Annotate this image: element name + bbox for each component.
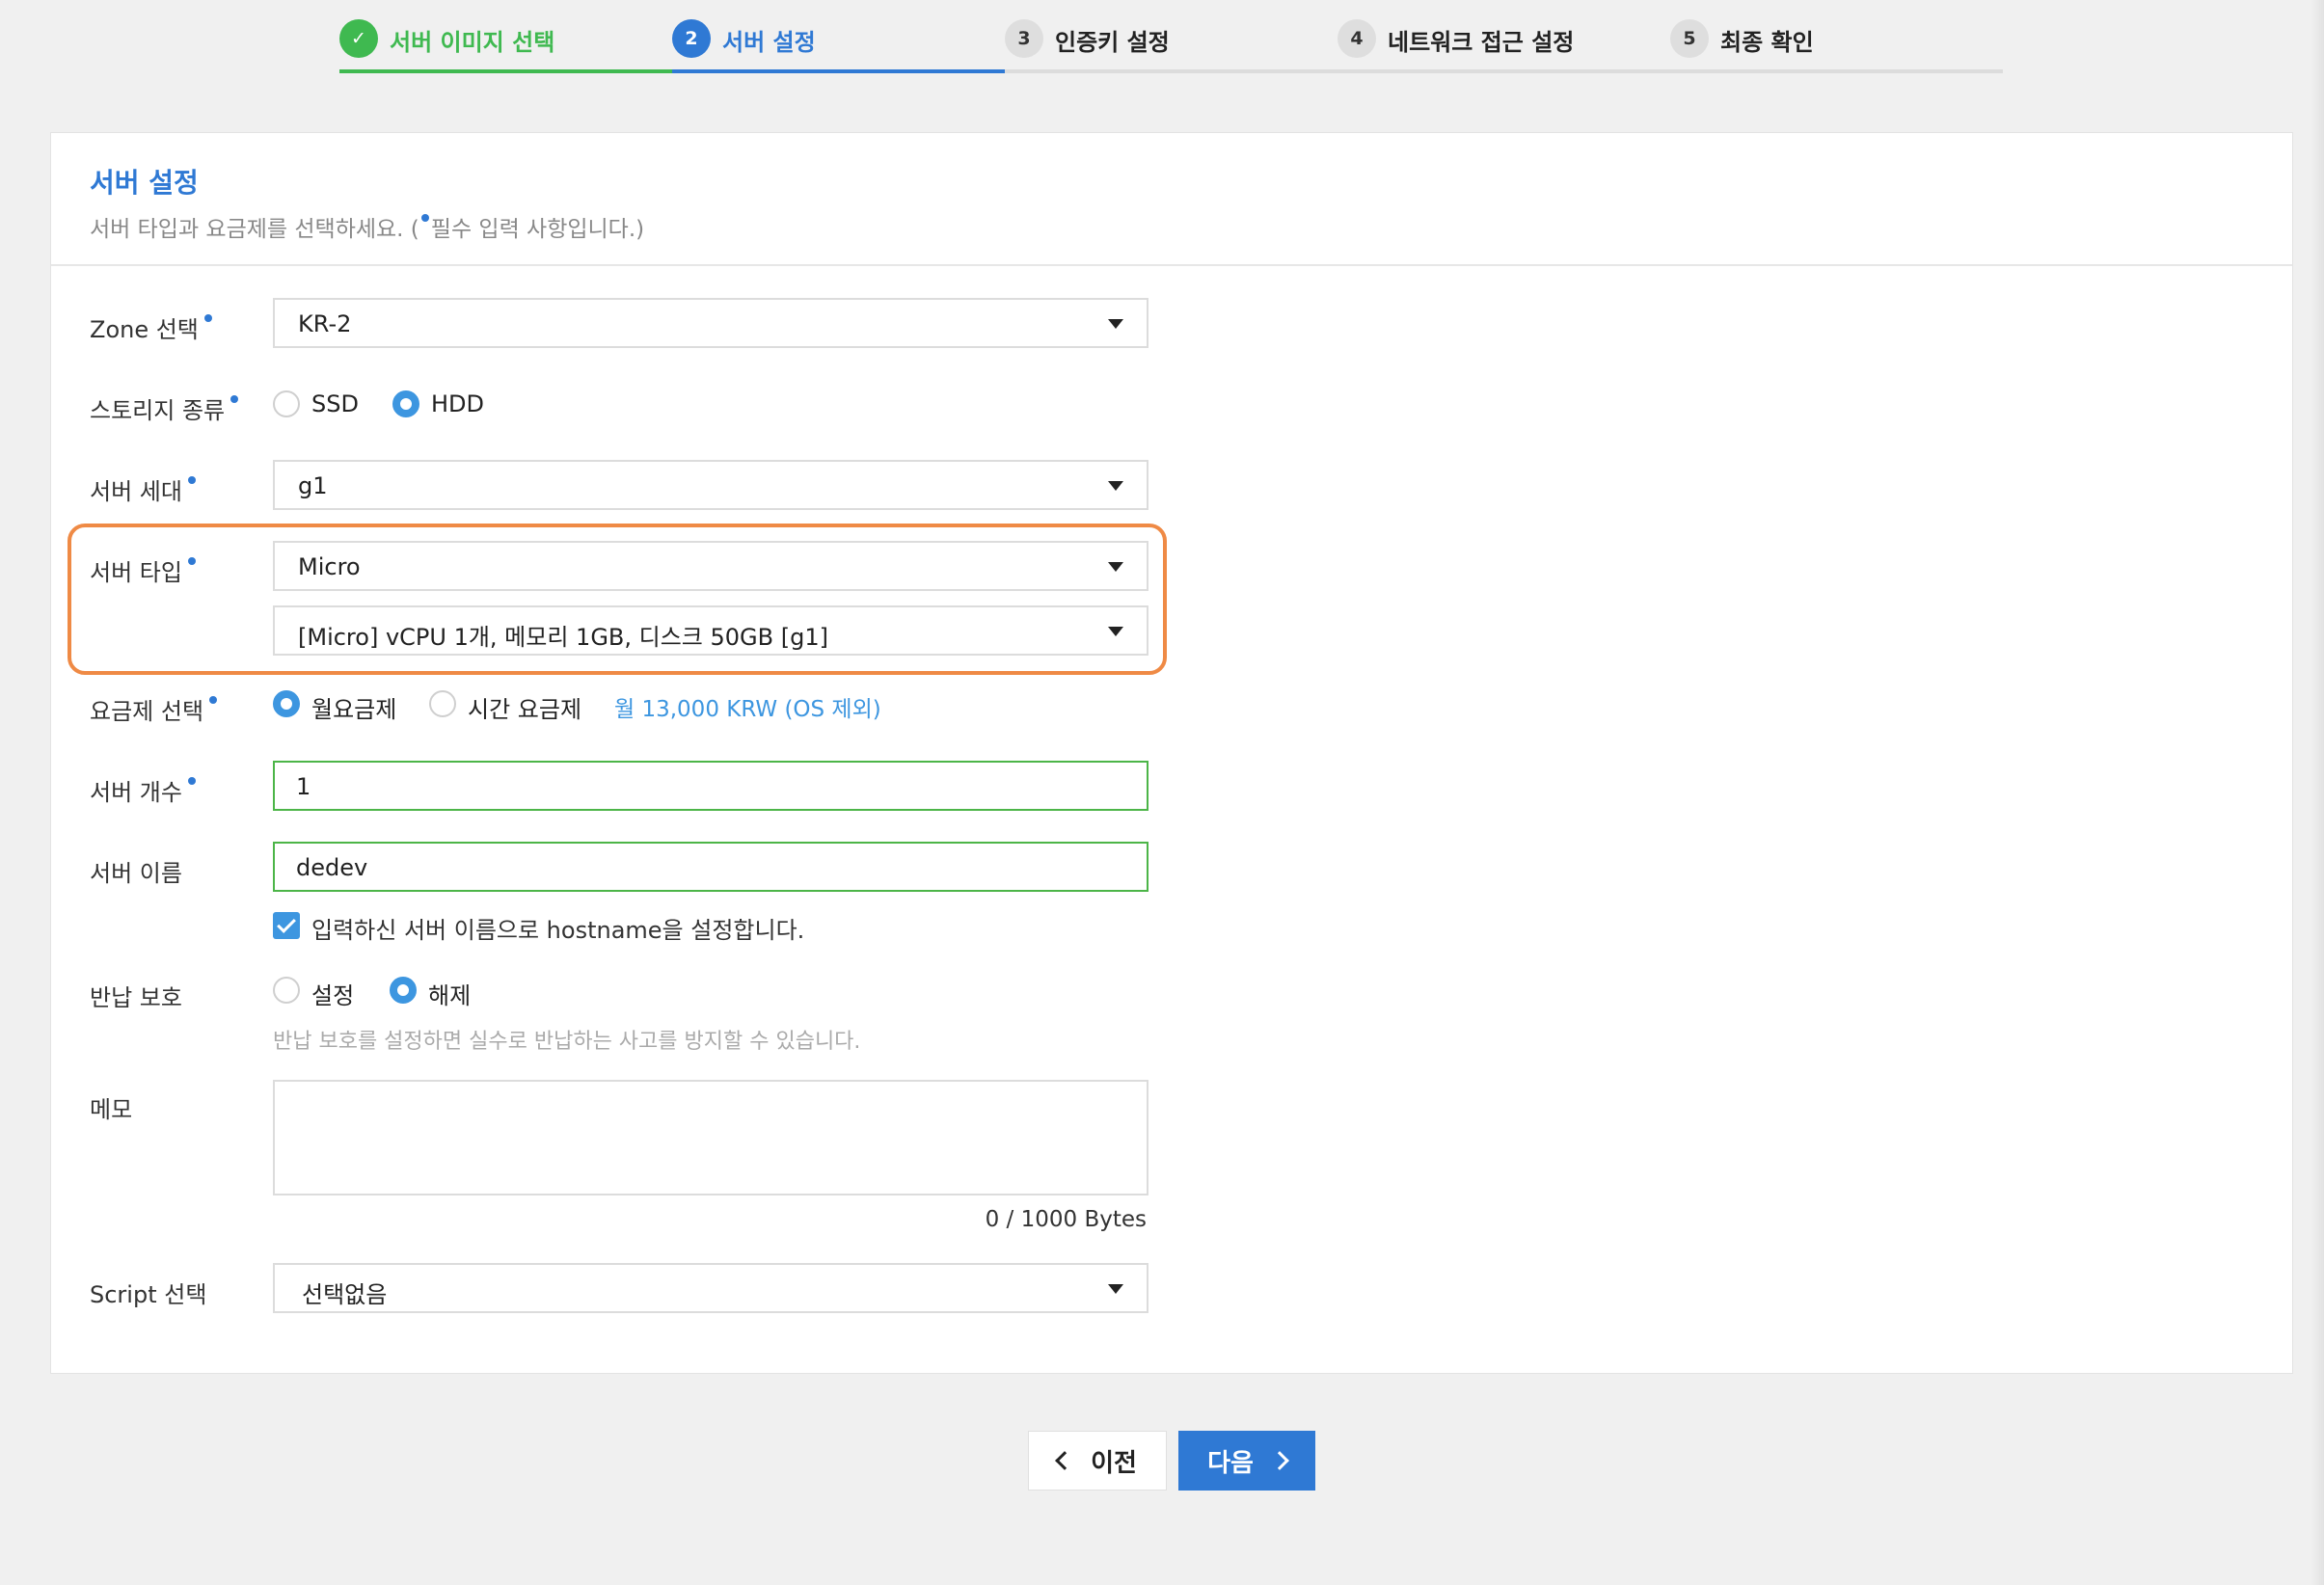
step-label: 인증키 설정: [1055, 29, 1170, 56]
step-auth-key[interactable]: 3 인증키 설정: [1005, 0, 1338, 75]
script-select[interactable]: 선택없음: [273, 1263, 1148, 1313]
zone-label: Zone 선택: [90, 310, 214, 344]
required-dot-icon: [187, 777, 196, 785]
page-subtitle: 서버 타입과 요금제를 선택하세요. (필수 입력 사항입니다.): [90, 210, 644, 243]
step-number: 5: [1670, 19, 1709, 58]
prev-button[interactable]: 이전: [1028, 1431, 1167, 1491]
required-dot-icon: [187, 557, 196, 565]
memo-textarea[interactable]: [273, 1080, 1148, 1195]
step-final-confirm[interactable]: 5 최종 확인: [1670, 0, 2003, 75]
protection-label: 반납 보호: [90, 984, 182, 1011]
memo-byte-counter: 0 / 1000 Bytes: [985, 1207, 1147, 1232]
step-server-image[interactable]: ✓ 서버 이미지 선택: [339, 0, 672, 75]
zone-select[interactable]: KR-2: [273, 298, 1148, 348]
scrollbar-track: [2310, 0, 2324, 1585]
caret-down-icon: [1108, 481, 1123, 491]
step-server-settings[interactable]: 2 서버 설정: [672, 0, 1005, 75]
step-progress-bar: [1670, 69, 2003, 73]
hostname-checkbox[interactable]: [273, 912, 300, 939]
memo-label: 메모: [90, 1096, 133, 1123]
plan-price: 월 13,000 KRW (OS 제외): [614, 697, 881, 722]
caret-down-icon: [1108, 1284, 1123, 1294]
required-dot-icon: [230, 395, 239, 403]
step-label: 서버 설정: [722, 29, 816, 56]
step-label: 서버 이미지 선택: [390, 29, 555, 56]
generation-label: 서버 세대: [90, 472, 198, 506]
server-settings-card: 서버 설정 서버 타입과 요금제를 선택하세요. (필수 입력 사항입니다.) …: [50, 132, 2293, 1374]
storage-label: 스토리지 종류: [90, 391, 240, 425]
server-count-input[interactable]: 1: [273, 761, 1148, 811]
server-spec-select[interactable]: [Micro] vCPU 1개, 메모리 1GB, 디스크 50GB [g1]: [273, 605, 1148, 656]
generation-select[interactable]: g1: [273, 460, 1148, 510]
caret-down-icon: [1108, 627, 1123, 636]
required-dot-icon: [187, 476, 196, 484]
step-number: 4: [1338, 19, 1376, 58]
name-label: 서버 이름: [90, 860, 182, 887]
step-label: 최종 확인: [1720, 29, 1814, 56]
step-progress-bar: [672, 69, 1005, 73]
plan-label: 요금제 선택: [90, 692, 219, 726]
chevron-left-icon: [1055, 1451, 1074, 1470]
next-button[interactable]: 다음: [1178, 1431, 1315, 1491]
chevron-right-icon: [1270, 1451, 1289, 1470]
server-type-select[interactable]: Micro: [273, 541, 1148, 591]
server-type-label: 서버 타입: [90, 553, 198, 587]
check-icon: ✓: [339, 19, 378, 58]
step-progress-bar: [1338, 69, 1670, 73]
step-progress-bar: [339, 69, 672, 73]
required-dot-icon: [420, 214, 429, 222]
step-number: 3: [1005, 19, 1043, 58]
page-title: 서버 설정: [90, 167, 199, 199]
caret-down-icon: [1108, 319, 1123, 329]
protection-hint: 반납 보호를 설정하면 실수로 반납하는 사고를 방지할 수 있습니다.: [273, 1030, 861, 1054]
hostname-checkbox-label: 입력하신 서버 이름으로 hostname을 설정합니다.: [311, 917, 805, 944]
step-label: 네트워크 접근 설정: [1388, 29, 1575, 56]
step-number: 2: [672, 19, 711, 58]
step-progress-bar: [1005, 69, 1338, 73]
required-dot-icon: [203, 314, 212, 322]
count-label: 서버 개수: [90, 773, 198, 807]
server-name-input[interactable]: dedev: [273, 842, 1148, 892]
wizard-stepper: ✓ 서버 이미지 선택 2 서버 설정 3 인증키 설정 4 네트워크 접근 설…: [339, 0, 2006, 75]
card-header: 서버 설정 서버 타입과 요금제를 선택하세요. (필수 입력 사항입니다.): [51, 133, 2292, 266]
required-dot-icon: [209, 696, 218, 704]
script-label: Script 선택: [90, 1281, 207, 1308]
caret-down-icon: [1108, 562, 1123, 572]
step-network-access[interactable]: 4 네트워크 접근 설정: [1338, 0, 1670, 75]
